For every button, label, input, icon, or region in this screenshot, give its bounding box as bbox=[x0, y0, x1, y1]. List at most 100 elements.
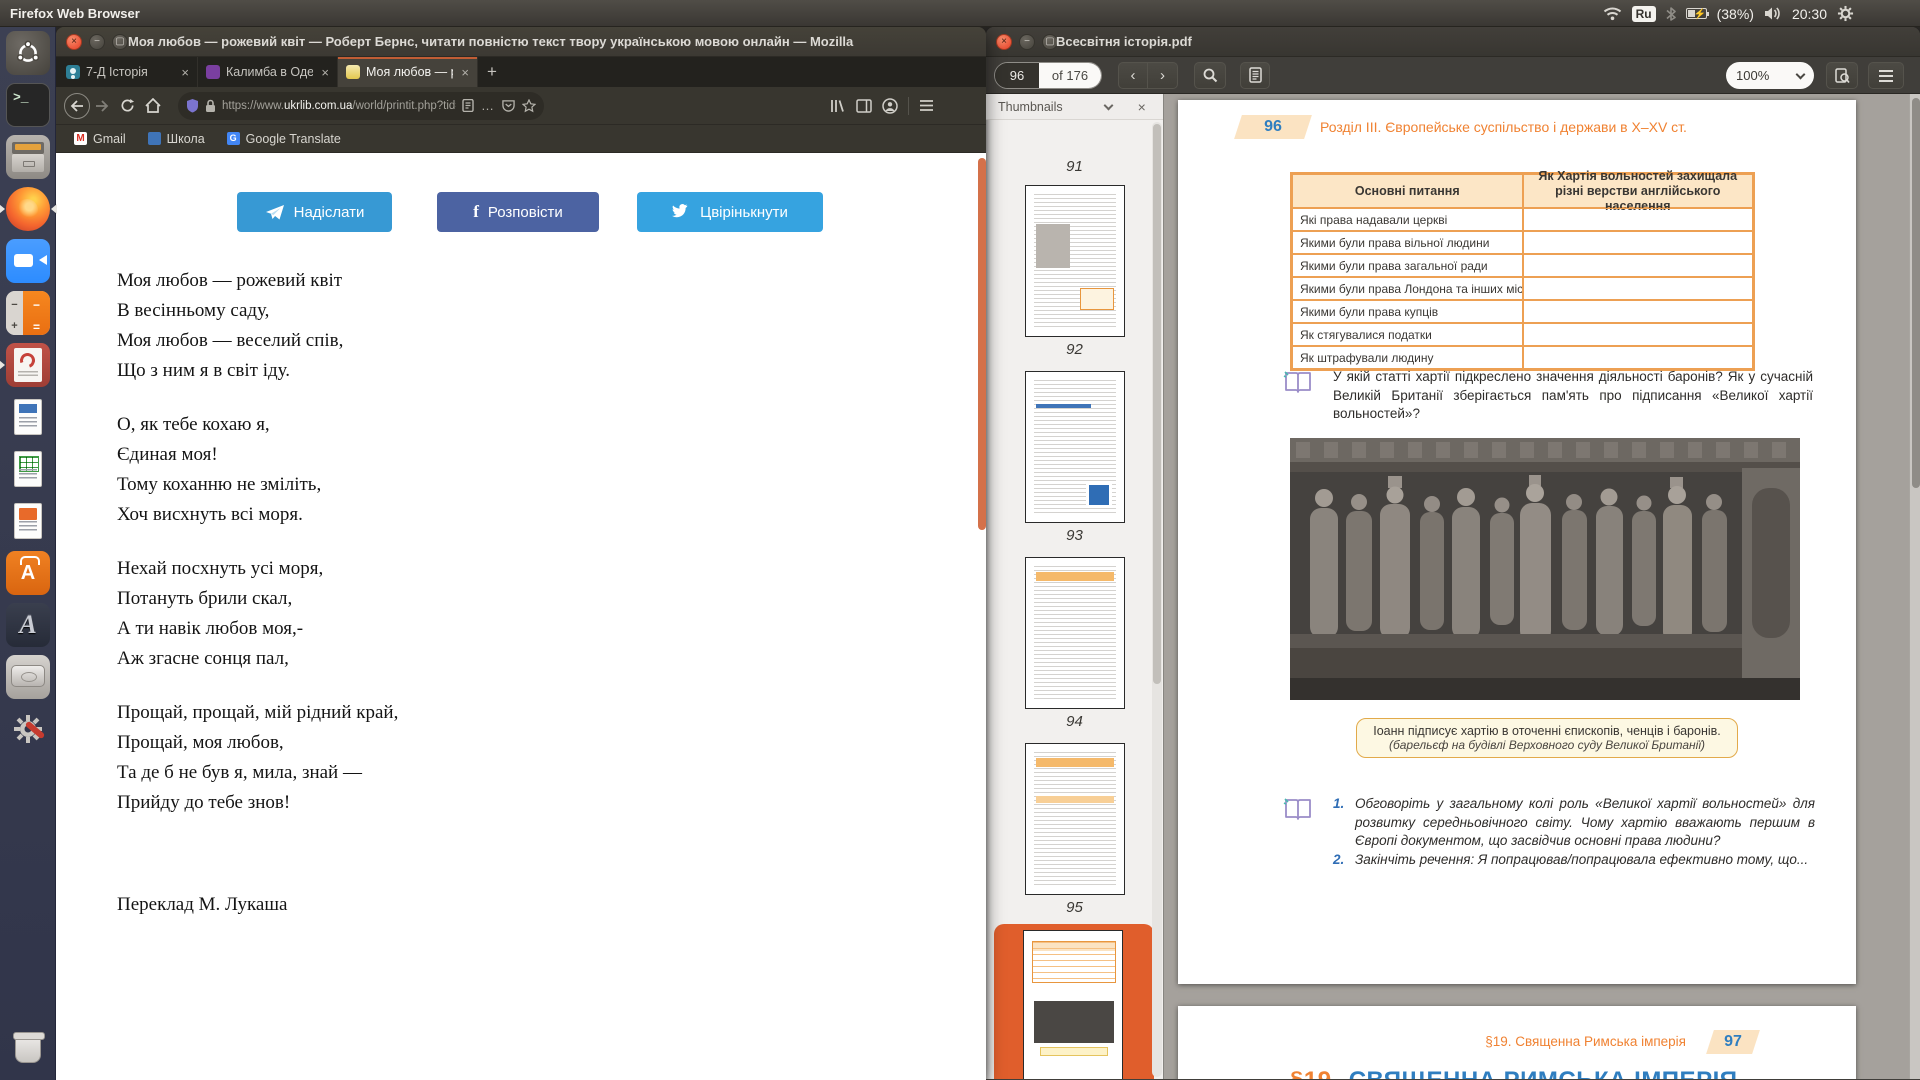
shield-icon[interactable] bbox=[186, 98, 199, 113]
new-tab-button[interactable]: + bbox=[478, 57, 506, 87]
dock-item-localc[interactable] bbox=[6, 447, 50, 491]
dock-item-software[interactable]: A bbox=[6, 551, 50, 595]
bookmark-star-icon[interactable] bbox=[522, 99, 536, 113]
bookmark-translate[interactable]: GGoogle Translate bbox=[227, 132, 341, 146]
orangehead-mark bbox=[1036, 758, 1114, 767]
minimize-button[interactable]: − bbox=[1019, 34, 1035, 50]
annotations-button[interactable] bbox=[1240, 62, 1270, 89]
forward-button[interactable] bbox=[90, 100, 114, 112]
back-button[interactable] bbox=[64, 93, 90, 119]
zoom-icon bbox=[6, 239, 50, 283]
minimize-button[interactable]: − bbox=[89, 34, 105, 50]
next-page-button[interactable]: › bbox=[1148, 62, 1178, 89]
dock-item-ubuntu[interactable] bbox=[6, 31, 50, 75]
poem-line: Єдиная моя! bbox=[117, 440, 398, 470]
poem-line: Прощай, прощай, мій рідний край, bbox=[117, 698, 398, 728]
pdf-titlebar[interactable]: × − ▢ Всесвітня історія.pdf bbox=[986, 27, 1920, 57]
table-cell-question: Як штрафували людину bbox=[1292, 346, 1523, 369]
thumbnail-selected[interactable]: 96 bbox=[994, 924, 1154, 1079]
bookmark-school[interactable]: Школа bbox=[148, 132, 205, 146]
tab-favicon bbox=[206, 65, 220, 79]
menu-icon[interactable] bbox=[1868, 62, 1904, 89]
zoom-level-dropdown[interactable]: 100% bbox=[1726, 62, 1814, 89]
wifi-icon[interactable] bbox=[1603, 6, 1622, 21]
dock-item-files[interactable] bbox=[6, 135, 50, 179]
dock-item-settings[interactable] bbox=[6, 707, 50, 751]
bookmark-gmail[interactable]: MGmail bbox=[74, 132, 126, 146]
page-scrollbar[interactable] bbox=[978, 158, 986, 530]
dock-item-calculator[interactable]: −+−= bbox=[6, 291, 50, 335]
firefox-titlebar[interactable]: × − ▢ Моя любов — рожевий квіт — Роберт … bbox=[56, 27, 986, 57]
tab-close-icon[interactable]: × bbox=[319, 65, 331, 80]
caption-mark bbox=[1040, 1047, 1108, 1056]
reader-view-icon[interactable] bbox=[462, 99, 474, 112]
bluetooth-icon[interactable] bbox=[1666, 6, 1676, 22]
close-button[interactable]: × bbox=[66, 34, 82, 50]
page-number-input[interactable]: 96 bbox=[995, 63, 1039, 88]
lock-icon[interactable] bbox=[205, 99, 216, 113]
sidebar-header[interactable]: Thumbnails × bbox=[986, 94, 1163, 120]
tab-2[interactable]: Калимба в Одессе. Цен × bbox=[198, 57, 338, 87]
tab-close-icon[interactable]: × bbox=[179, 65, 191, 80]
library-icon[interactable] bbox=[830, 98, 846, 114]
maximize-button[interactable]: ▢ bbox=[112, 34, 128, 50]
url-text[interactable]: https://www.ukrlib.com.ua/world/printit.… bbox=[222, 100, 456, 112]
disk-icon bbox=[6, 655, 50, 699]
zoom-level-value: 100% bbox=[1736, 68, 1769, 83]
thumbnail-page-image[interactable] bbox=[1025, 557, 1125, 709]
dock-item-trash[interactable] bbox=[6, 1027, 50, 1071]
sidebar-scrollbar[interactable] bbox=[1152, 122, 1162, 1077]
previous-page-button[interactable]: ‹ bbox=[1118, 62, 1148, 89]
system-tray: Ru ⚡ (38%) 20:30 bbox=[1603, 0, 1854, 27]
menu-hamburger-icon[interactable] bbox=[919, 99, 934, 112]
dock-item-writer[interactable] bbox=[6, 395, 50, 439]
session-gear-icon[interactable] bbox=[1837, 5, 1854, 22]
home-button[interactable] bbox=[140, 98, 166, 113]
document-properties-icon[interactable] bbox=[1826, 62, 1858, 89]
document-scrollbar[interactable] bbox=[1909, 94, 1920, 1079]
share-button-telegram[interactable]: Надіслати bbox=[237, 192, 392, 232]
keyboard-layout-indicator[interactable]: Ru bbox=[1632, 6, 1656, 22]
battery-icon[interactable]: ⚡ bbox=[1686, 8, 1707, 19]
portrait-mark bbox=[1036, 224, 1070, 268]
thumbnail-label[interactable]: 91 bbox=[986, 158, 1163, 175]
dock-item-disk[interactable] bbox=[6, 655, 50, 699]
reload-button[interactable] bbox=[114, 98, 140, 113]
tab-1[interactable]: 7-Д Історія × bbox=[58, 57, 198, 87]
thumbnail-label: 92 bbox=[986, 341, 1163, 358]
table-row: Якими були права загальної ради bbox=[1292, 254, 1753, 277]
dock-item-zoom[interactable] bbox=[6, 239, 50, 283]
tab-title: 7-Д Історія bbox=[86, 65, 173, 79]
search-button[interactable] bbox=[1194, 62, 1226, 89]
thumbnail-page-image[interactable] bbox=[1025, 371, 1125, 523]
share-button-twitter[interactable]: Цвірінькнути bbox=[637, 192, 823, 232]
page-number-control[interactable]: 96 of 176 bbox=[994, 62, 1102, 89]
tab-title: Калимба в Одессе. Цен bbox=[226, 65, 313, 79]
volume-icon[interactable] bbox=[1764, 6, 1782, 21]
dock-item-terminal[interactable]: >_ bbox=[6, 83, 50, 127]
tab-favicon bbox=[346, 65, 360, 79]
pocket-icon[interactable] bbox=[502, 99, 515, 112]
dock-item-firefox[interactable] bbox=[6, 187, 50, 231]
dock-item-impress[interactable] bbox=[6, 499, 50, 543]
thumbnail-page-image[interactable] bbox=[1025, 185, 1125, 337]
dock-item-pdf-viewer[interactable] bbox=[6, 343, 50, 387]
tab-3[interactable]: Моя любов — рожевий× bbox=[338, 57, 478, 87]
page-total-label: of 176 bbox=[1039, 63, 1101, 88]
close-sidebar-icon[interactable]: × bbox=[1138, 99, 1146, 115]
page-actions-icon[interactable]: … bbox=[481, 98, 495, 113]
dock-item-appa[interactable]: A bbox=[6, 603, 50, 647]
share-button-facebook[interactable]: fРозповісти bbox=[437, 192, 599, 232]
poem-line: Тому коханню не зміліть, bbox=[117, 470, 398, 500]
clock[interactable]: 20:30 bbox=[1792, 6, 1827, 22]
software-icon: A bbox=[6, 551, 50, 595]
sidebar-toggle-icon[interactable] bbox=[856, 99, 872, 113]
task-number: 1. bbox=[1333, 795, 1355, 851]
tab-close-icon[interactable]: × bbox=[459, 65, 471, 80]
close-button[interactable]: × bbox=[996, 34, 1012, 50]
table-cell-answer-empty bbox=[1523, 231, 1754, 254]
chevron-down-icon[interactable] bbox=[1103, 100, 1113, 110]
thumbnail-page-image[interactable] bbox=[1025, 743, 1125, 895]
url-bar[interactable]: https://www.ukrlib.com.ua/world/printit.… bbox=[178, 92, 544, 120]
account-icon[interactable] bbox=[882, 98, 898, 114]
